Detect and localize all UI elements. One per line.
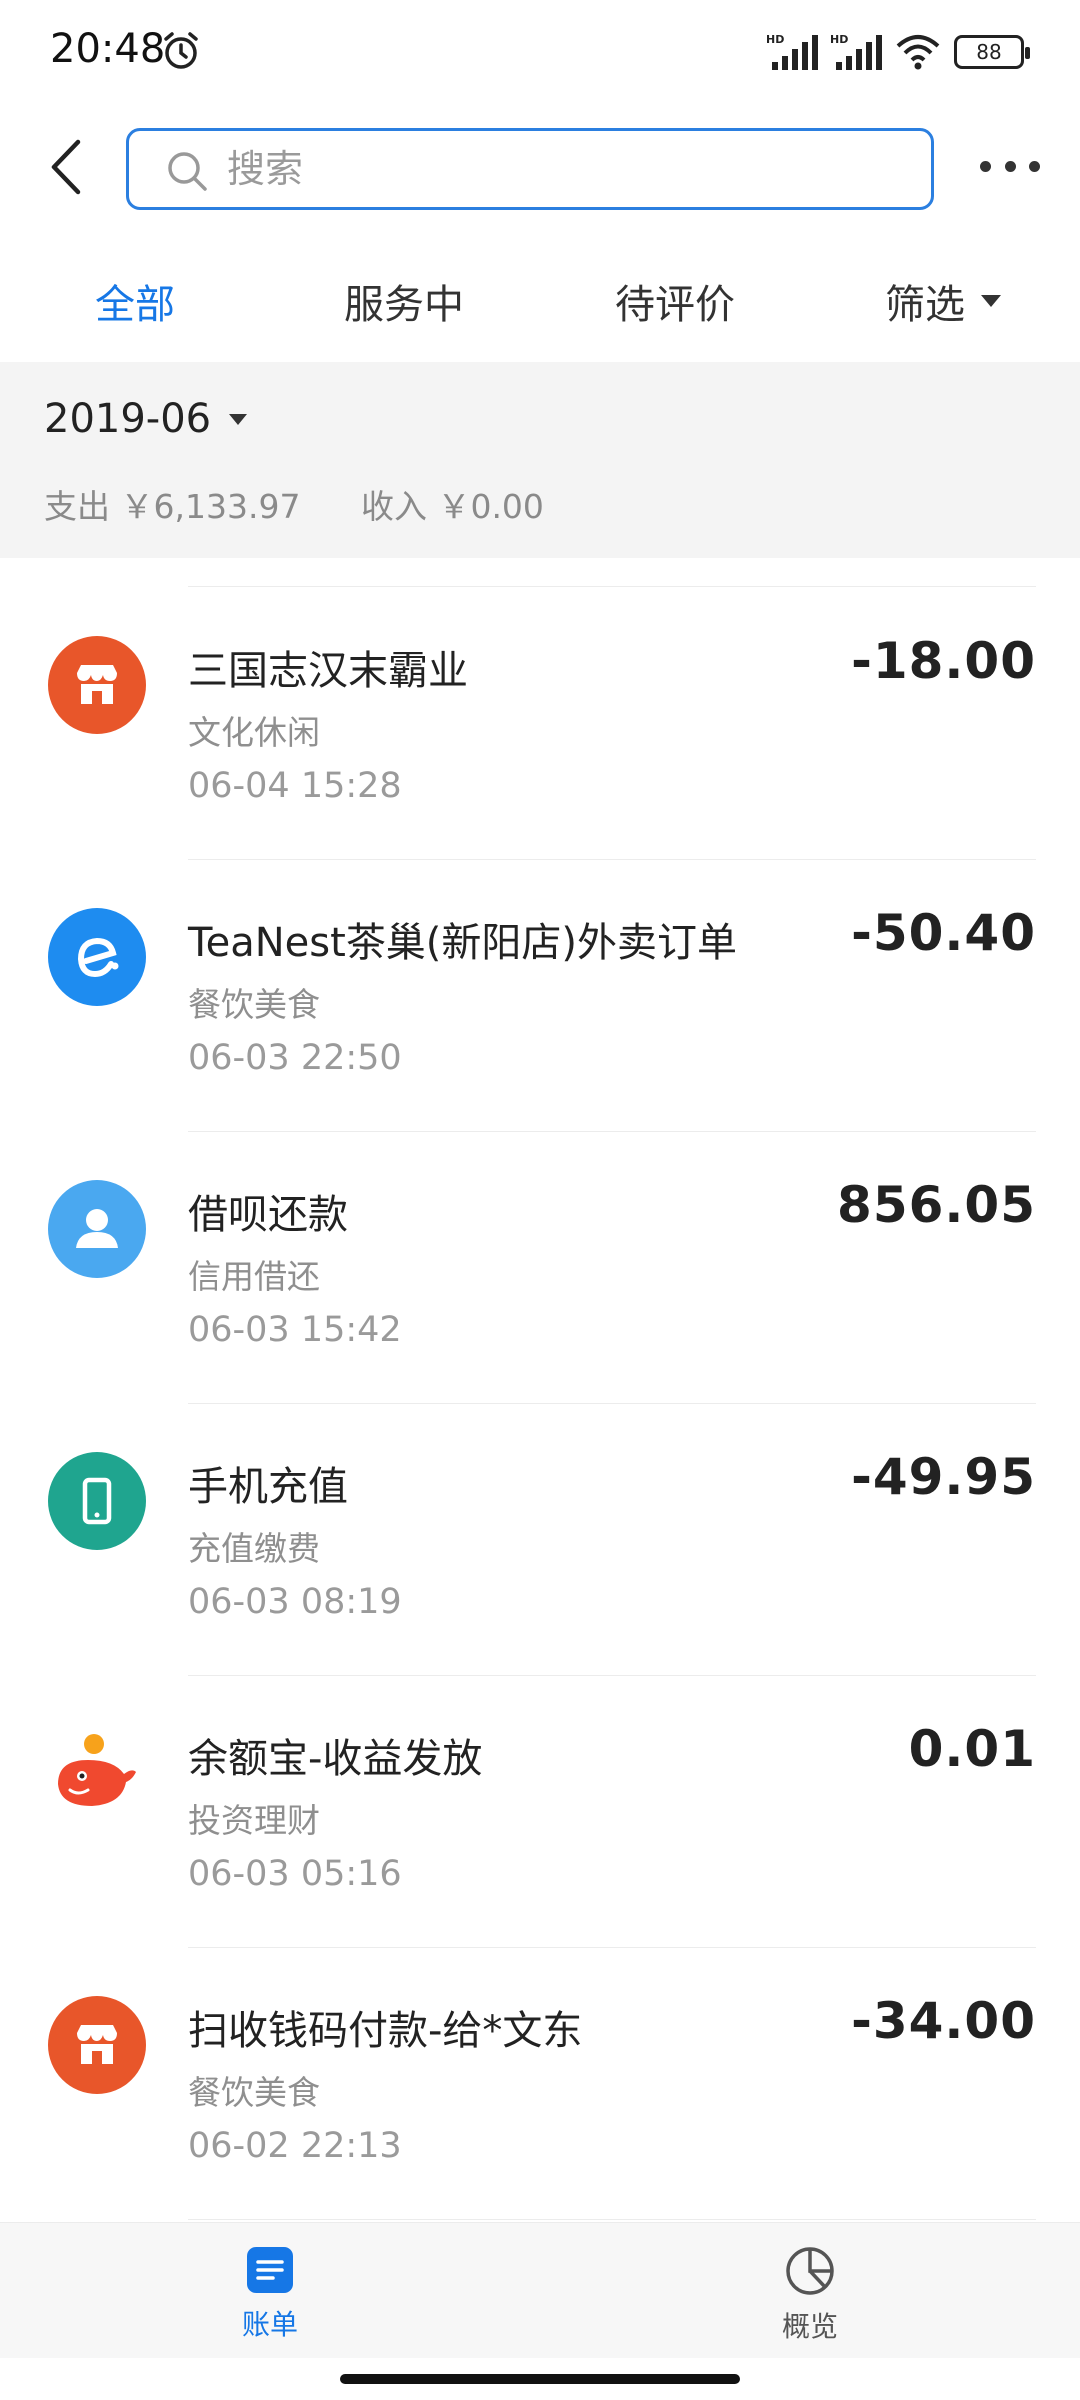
divider	[188, 586, 1036, 587]
person-icon	[48, 1180, 146, 1278]
transaction-amount: -50.40	[851, 904, 1036, 962]
transaction-time: 06-03 08:19	[188, 1582, 402, 1622]
search-input[interactable]	[227, 131, 907, 207]
nav-bill-label: 账单	[241, 2308, 298, 2341]
transaction-time: 06-03 15:42	[188, 1310, 402, 1350]
transaction-title: TeaNest茶巢(新阳店)外卖订单	[188, 920, 738, 966]
tab-in-service[interactable]: 服务中	[344, 272, 464, 330]
dot-icon	[980, 160, 991, 172]
pie-chart-icon	[786, 2247, 834, 2295]
dropdown-arrow-icon	[229, 413, 248, 425]
expense-total: 支出 ￥6,133.97	[44, 487, 301, 526]
bottom-nav: 账单 概览	[0, 2222, 1080, 2358]
home-indicator[interactable]	[340, 2374, 740, 2384]
transaction-time: 06-02 22:13	[188, 2126, 402, 2166]
bill-icon	[247, 2247, 293, 2293]
transaction-list: 三国志汉末霸业 文化休闲 06-04 15:28 -18.00 TeaNest茶…	[0, 558, 1080, 2222]
more-options-button[interactable]	[980, 154, 1040, 178]
transaction-title: 三国志汉末霸业	[188, 648, 468, 694]
filter-tabs: 全部 服务中 待评价 筛选	[0, 240, 1080, 362]
svg-text:HD: HD	[766, 33, 784, 46]
transaction-item[interactable]: TeaNest茶巢(新阳店)外卖订单 餐饮美食 06-03 22:50 -50.…	[0, 860, 1080, 1132]
header	[0, 100, 1080, 240]
transaction-category: 信用借还	[188, 1257, 320, 1296]
transaction-title: 借呗还款	[188, 1192, 348, 1238]
status-bar: 20:48 HD HD 88	[0, 0, 1080, 100]
wifi-icon	[896, 35, 940, 70]
month-selector[interactable]: 2019-06	[44, 396, 248, 442]
dot-icon	[1029, 160, 1040, 172]
month-label: 2019-06	[44, 396, 212, 442]
status-time: 20:48	[50, 26, 166, 72]
transaction-item[interactable]: 手机充值 充值缴费 06-03 08:19 -49.95	[0, 1404, 1080, 1676]
transaction-title: 手机充值	[188, 1464, 348, 1510]
transaction-time: 06-03 22:50	[188, 1038, 402, 1078]
yuebao-icon	[48, 1724, 146, 1822]
search-box[interactable]	[126, 128, 934, 210]
signal-hd-icon-2: HD	[830, 33, 882, 70]
transaction-item[interactable]: 三国志汉末霸业 文化休闲 06-04 15:28 -18.00	[0, 588, 1080, 860]
nav-overview[interactable]: 概览	[750, 2245, 870, 2345]
eleme-icon	[48, 908, 146, 1006]
signal-hd-icon: HD	[766, 33, 818, 70]
svg-text:HD: HD	[830, 33, 848, 46]
month-summary: 2019-06 支出 ￥6,133.97 收入 ￥0.00	[0, 362, 1080, 558]
status-icons: HD HD 88	[766, 30, 1030, 74]
transaction-amount: 0.01	[908, 1720, 1036, 1778]
transaction-item[interactable]: 借呗还款 信用借还 06-03 15:42 856.05	[0, 1132, 1080, 1404]
dot-icon	[1004, 160, 1016, 172]
tab-all[interactable]: 全部	[95, 272, 175, 330]
alarm-icon	[164, 32, 198, 69]
transaction-amount: 856.05	[837, 1176, 1036, 1234]
transaction-item[interactable]: 扫收钱码付款-给*文东 餐饮美食 06-02 22:13 -34.00	[0, 1948, 1080, 2220]
transaction-category: 餐饮美食	[188, 2073, 320, 2112]
transaction-category: 充值缴费	[188, 1529, 320, 1568]
transaction-amount: -34.00	[851, 1992, 1036, 2050]
nav-overview-label: 概览	[781, 2310, 838, 2343]
store-icon	[48, 1996, 146, 2094]
tab-filter-label: 筛选	[885, 282, 965, 328]
tab-filter[interactable]: 筛选	[885, 272, 1001, 330]
back-button[interactable]	[40, 132, 100, 202]
transaction-title: 余额宝-收益发放	[188, 1736, 483, 1782]
phone-icon	[48, 1452, 146, 1550]
transaction-category: 餐饮美食	[188, 985, 320, 1024]
transaction-time: 06-03 05:16	[188, 1854, 402, 1894]
store-icon	[48, 636, 146, 734]
transaction-title: 扫收钱码付款-给*文东	[188, 2008, 583, 2054]
nav-bill[interactable]: 账单	[210, 2245, 330, 2343]
month-totals: 支出 ￥6,133.97 收入 ￥0.00	[44, 480, 594, 528]
transaction-category: 文化休闲	[188, 713, 320, 752]
dropdown-arrow-icon	[981, 295, 1001, 307]
transaction-amount: -18.00	[851, 632, 1036, 690]
transaction-time: 06-04 15:28	[188, 766, 402, 806]
bill-page: 20:48 HD HD 88 搜索 全部 服务中 待评价 筛选 2019-06 …	[0, 0, 1080, 2400]
transaction-item[interactable]: 余额宝-收益发放 投资理财 06-03 05:16 0.01	[0, 1676, 1080, 1948]
search-icon	[168, 152, 207, 191]
transaction-category: 投资理财	[188, 1801, 320, 1840]
tab-pending-review[interactable]: 待评价	[615, 272, 735, 330]
transaction-amount: -49.95	[851, 1448, 1036, 1506]
income-total: 收入 ￥0.00	[360, 487, 544, 526]
battery-icon: 88	[954, 35, 1030, 69]
